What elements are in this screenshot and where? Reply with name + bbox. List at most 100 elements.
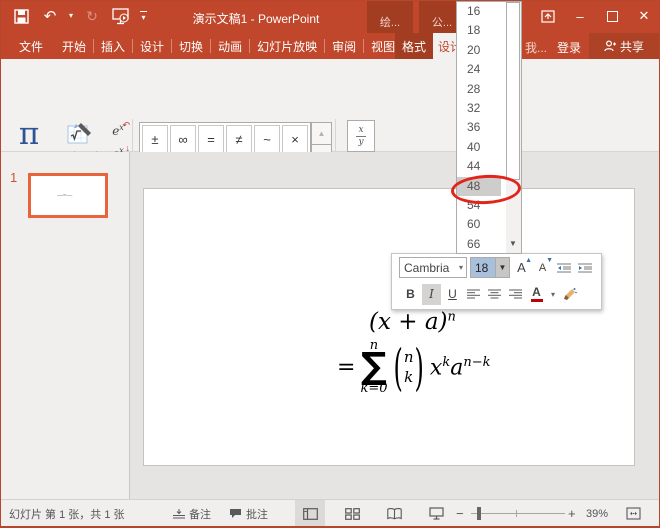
comments-toggle[interactable]: 批注 [229,500,268,527]
tab-insert[interactable]: 插入 [94,38,132,55]
tab-format-contextual[interactable]: 格式 [395,33,433,59]
bold-button[interactable]: B [401,284,420,305]
font-size-option[interactable]: 66 [457,235,501,254]
reading-view-icon [387,508,402,520]
underline-button[interactable]: U [443,284,462,305]
tab-design[interactable]: 设计 [133,38,171,55]
align-left-icon [467,289,480,299]
tab-transitions[interactable]: 切换 [172,38,210,55]
font-color-dropdown-caret[interactable]: ▾ [548,284,558,305]
summation: n ∑ k=0 [360,339,387,396]
dropdown-scrollbar[interactable]: ▼ [506,2,521,253]
equation-block[interactable]: (x + a)n = n ∑ k=0 ( n k ) xkan−k [337,309,587,396]
zoom-in-button[interactable]: + [568,500,576,527]
align-center-button[interactable] [485,284,504,305]
zoom-slider-track[interactable] [471,513,565,514]
slide-show-view-button[interactable] [421,500,451,527]
zoom-out-button[interactable]: − [456,500,464,527]
font-size-option[interactable]: 28 [457,80,501,99]
format-painter-button[interactable] [560,284,579,305]
decrease-indent-button[interactable] [554,257,573,278]
ink-equation-icon [66,120,93,147]
quick-access-toolbar: ↶ ▾ ↻ ▾ [11,5,147,27]
symbol-equals[interactable]: = [198,125,224,154]
pi-icon: π [19,119,39,150]
minimize-button[interactable]: – [569,5,591,27]
zoom-slider-center-tick [516,510,517,517]
tab-review[interactable]: 审阅 [325,38,363,55]
font-size-option[interactable]: 32 [457,99,501,118]
undo-dropdown-caret[interactable]: ▾ [69,12,73,20]
professional-arrow-icon: ↶ [122,120,130,131]
ribbon-display-options-icon [541,10,555,23]
tab-animations[interactable]: 动画 [211,38,249,55]
share-button[interactable]: 共享 [589,33,659,59]
ribbon-display-options-button[interactable] [537,5,559,27]
sigma-symbol: ∑ [361,353,387,382]
shrink-caret-icon: ▼ [546,257,553,264]
zoom-slider-thumb[interactable] [477,507,481,520]
symbol-not-equal[interactable]: ≠ [226,125,252,154]
sign-in-link[interactable]: 登录 [557,39,581,56]
slide-sorter-view-button[interactable] [337,500,367,527]
reading-view-button[interactable] [379,500,409,527]
align-left-button[interactable] [464,284,483,305]
zoom-level[interactable]: 39% [586,500,608,527]
fraction-structure-icon: x y [347,120,375,152]
font-size-option[interactable]: 60 [457,215,501,234]
font-size-input[interactable]: 18 [470,257,495,278]
fit-slide-to-window-button[interactable] [619,500,647,527]
align-right-icon [509,289,522,299]
font-color-button[interactable]: A [527,284,546,305]
font-size-dropdown-button[interactable]: ▼ [495,257,510,278]
redo-button[interactable]: ↻ [82,5,102,27]
notes-icon [173,509,185,519]
window-controls: – ✕ [537,5,655,27]
maximize-button[interactable] [601,5,623,27]
save-button[interactable] [11,5,31,27]
font-name-combo[interactable]: Cambria ▾ [399,257,467,278]
font-size-option[interactable]: 36 [457,118,501,137]
increase-indent-button[interactable] [575,257,594,278]
notes-toggle[interactable]: 备注 [173,500,211,527]
dropdown-scroll-thumb[interactable] [506,2,520,180]
font-size-option[interactable]: 44 [457,157,501,176]
italic-button-active[interactable]: I [422,284,441,305]
symbol-tilde[interactable]: ~ [254,125,280,154]
tab-file[interactable]: 文件 [9,33,53,59]
font-size-option[interactable]: 18 [457,21,501,40]
slide-thumbnail-selected[interactable]: —≈— [28,173,108,218]
tab-slide-show[interactable]: 幻灯片放映 [250,38,324,55]
slide-sorter-icon [345,508,360,520]
align-center-icon [488,289,501,299]
font-name-caret: ▾ [459,263,466,272]
symbol-infinity[interactable]: ∞ [170,125,196,154]
font-size-option[interactable]: 24 [457,60,501,79]
dropdown-scroll-down-button[interactable]: ▼ [506,235,520,252]
slide-thumbnail-panel: 1 —≈— [1,152,130,499]
symbol-times[interactable]: × [282,125,308,154]
start-from-beginning-button[interactable] [111,5,131,27]
tell-me-box[interactable]: 我... [525,39,547,56]
gallery-scroll-up-button[interactable]: ▲ [311,122,332,145]
close-button[interactable]: ✕ [633,5,655,27]
font-size-option[interactable]: 16 [457,2,501,21]
slide-show-icon [429,507,444,520]
customize-qat-button[interactable]: ▾ [140,11,147,22]
fit-to-window-icon [626,507,641,520]
grow-font-button[interactable]: A ▲ [512,257,531,278]
professional-format-button[interactable]: ex ↶ [105,120,131,141]
font-size-option[interactable]: 40 [457,138,501,157]
slide-count-status[interactable]: 幻灯片 第 1 张，共 1 张 [9,500,125,527]
font-size-option[interactable]: 20 [457,41,501,60]
shrink-font-button[interactable]: A ▼ [533,257,552,278]
equation-line2: = n ∑ k=0 ( n k ) xkan−k [337,339,587,396]
thumbnail-equation-mark: —≈— [57,193,83,199]
undo-button[interactable]: ↶ [40,5,60,27]
tab-home[interactable]: 开始 [55,38,93,55]
normal-view-button[interactable] [295,500,325,527]
share-person-icon [604,40,616,52]
align-right-button[interactable] [506,284,525,305]
mini-toolbar: Cambria ▾ 18 ▼ A ▲ A ▼ [391,253,602,310]
symbol-plus-minus[interactable]: ± [142,125,168,154]
